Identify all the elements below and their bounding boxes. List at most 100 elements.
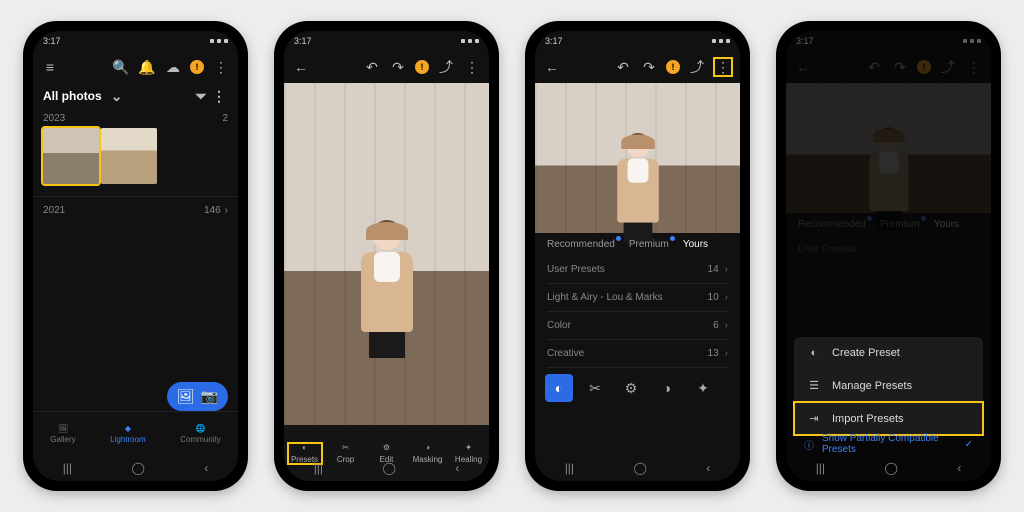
album-title-row[interactable]: All photos ⌄ ⏷ ⋮ (33, 83, 238, 109)
photo-canvas[interactable] (535, 83, 740, 233)
back-icon[interactable]: ‹ (455, 461, 459, 475)
presets-overflow-menu: ◐ Create Preset ☰ Manage Presets ⇥ Impor… (794, 337, 983, 435)
recents-icon[interactable]: ||| (63, 461, 72, 475)
masking-icon: ◑ (425, 443, 430, 452)
recents-icon[interactable]: ||| (314, 461, 323, 475)
more-icon[interactable]: ⋮ (463, 58, 481, 76)
add-fab[interactable]: 🖼 📷 (167, 382, 228, 411)
share-icon[interactable]: ⤴ (688, 58, 706, 76)
editor-top-bar: ← ↶ ↷ ! ⤴ ⋮ (535, 51, 740, 83)
year-label: 2023 (43, 113, 65, 124)
share-icon[interactable]: ⤴ (437, 58, 455, 76)
chevron-right-icon: › (725, 264, 728, 275)
alert-icon[interactable]: ! (415, 60, 429, 74)
redo-icon[interactable]: ↷ (640, 58, 658, 76)
top-bar: ≡ 🔍 🔔 ☁ ! ⋮ (33, 51, 238, 83)
sliders-icon: ⚙ (383, 443, 390, 452)
alert-icon[interactable]: ! (666, 60, 680, 74)
bell-icon[interactable]: 🔔 (138, 58, 156, 76)
preset-group-row[interactable]: Light & Airy - Lou & Marks 10› (547, 284, 728, 312)
year-count: 2 (222, 113, 228, 124)
lightroom-icon: ◆ (125, 424, 131, 433)
tab-lightroom[interactable]: ◆ Lightroom (110, 424, 146, 444)
home-icon[interactable]: ◯ (131, 461, 144, 475)
preset-group-list: User Presets 14› Light & Airy - Lou & Ma… (535, 256, 740, 368)
home-icon[interactable]: ◯ (633, 461, 646, 475)
screen-2: 3:17 ← ↶ ↷ ! ⤴ ⋮ ◐ Presets (284, 31, 489, 481)
preset-group-row[interactable]: Creative 13› (547, 340, 728, 368)
back-icon[interactable]: ‹ (706, 461, 710, 475)
info-icon: ⓘ (804, 437, 814, 452)
tool-icon-row: ◐ ✂ ⚙ ◑ ✦ (535, 368, 740, 408)
crop-icon: ✂ (342, 443, 349, 452)
more-icon[interactable]: ⋮ (210, 87, 228, 105)
chevron-down-icon: ⌄ (108, 87, 126, 105)
phone-frame-3: 3:17 ← ↶ ↷ ! ⤴ ⋮ Recommended Premium (525, 21, 750, 491)
back-icon[interactable]: ‹ (204, 461, 208, 475)
phone-frame-1: 3:17 ≡ 🔍 🔔 ☁ ! ⋮ All photos ⌄ ⏷ ⋮ 2023 2 (23, 21, 248, 491)
community-icon: 🌐 (195, 424, 205, 433)
cloud-icon[interactable]: ☁ (164, 58, 182, 76)
preset-group-row[interactable]: Color 6› (547, 312, 728, 340)
year-count: 146 (204, 205, 221, 216)
photo-thumbnail[interactable] (43, 128, 99, 184)
more-icon[interactable]: ⋮ (212, 58, 230, 76)
preset-tab-premium[interactable]: Premium (629, 239, 669, 250)
system-nav: ||| ◯ ‹ (535, 455, 740, 481)
undo-icon[interactable]: ↶ (363, 58, 381, 76)
chevron-right-icon: › (225, 205, 228, 216)
preset-tab-recommended[interactable]: Recommended (547, 239, 615, 250)
status-bar: 3:17 (535, 31, 740, 51)
create-preset-icon: ◐ (806, 347, 822, 359)
tool-edit[interactable]: ⚙ (617, 374, 645, 402)
year-label: 2021 (43, 205, 65, 216)
camera-icon: 📷 (201, 388, 218, 405)
photo-thumbnail[interactable] (101, 128, 157, 184)
tool-crop[interactable]: ✂ (581, 374, 609, 402)
more-icon[interactable]: ⋮ (714, 58, 732, 76)
check-icon: ✓ (965, 439, 973, 450)
import-icon: ⇥ (806, 412, 822, 425)
screen-4: 3:17 ← ↶ ↷ ! ⤴ ⋮ Recommended Premium You… (786, 31, 991, 481)
phone-frame-2: 3:17 ← ↶ ↷ ! ⤴ ⋮ ◐ Presets (274, 21, 499, 491)
redo-icon[interactable]: ↷ (389, 58, 407, 76)
back-arrow-icon[interactable]: ← (292, 58, 310, 76)
editor-top-bar: ← ↶ ↷ ! ⤴ ⋮ (284, 51, 489, 83)
chevron-right-icon: › (725, 348, 728, 359)
tab-community[interactable]: 🌐 Community (180, 424, 220, 444)
phone-frame-4: 3:17 ← ↶ ↷ ! ⤴ ⋮ Recommended Premium You… (776, 21, 1001, 491)
filter-icon[interactable]: ⏷ (192, 87, 210, 105)
album-title: All photos (43, 89, 102, 103)
tool-masking[interactable]: ◑ (653, 374, 681, 402)
status-time: 3:17 (43, 36, 61, 46)
alert-icon[interactable]: ! (190, 60, 204, 74)
system-nav: ||| ◯ ‹ (33, 455, 238, 481)
chevron-right-icon: › (725, 292, 728, 303)
status-bar: 3:17 (33, 31, 238, 51)
menu-manage-presets[interactable]: ☰ Manage Presets (794, 369, 983, 402)
system-nav: ||| ◯ ‹ (284, 455, 489, 481)
tab-gallery[interactable]: 🖼 Gallery (50, 424, 75, 444)
system-nav: ||| ◯ ‹ (786, 455, 991, 481)
preset-tab-yours[interactable]: Yours (683, 239, 708, 250)
search-icon[interactable]: 🔍 (112, 58, 130, 76)
back-arrow-icon[interactable]: ← (543, 58, 561, 76)
recents-icon[interactable]: ||| (565, 461, 574, 475)
menu-create-preset[interactable]: ◐ Create Preset (794, 337, 983, 369)
healing-icon: ✦ (465, 443, 472, 452)
bottom-tabs: 🖼 Gallery ◆ Lightroom 🌐 Community (33, 411, 238, 455)
back-icon[interactable]: ‹ (957, 461, 961, 475)
tool-healing[interactable]: ✦ (689, 374, 717, 402)
photo-canvas[interactable] (284, 83, 489, 425)
tool-presets[interactable]: ◐ (545, 374, 573, 402)
recents-icon[interactable]: ||| (816, 461, 825, 475)
year-row[interactable]: 2021 146 › (33, 196, 238, 220)
manage-presets-icon: ☰ (806, 379, 822, 392)
status-bar: 3:17 (284, 31, 489, 51)
home-icon[interactable]: ◯ (382, 461, 395, 475)
menu-icon[interactable]: ≡ (41, 58, 59, 76)
undo-icon[interactable]: ↶ (614, 58, 632, 76)
year-row: 2023 2 (33, 109, 238, 128)
home-icon[interactable]: ◯ (884, 461, 897, 475)
thumbnail-row (33, 128, 238, 184)
